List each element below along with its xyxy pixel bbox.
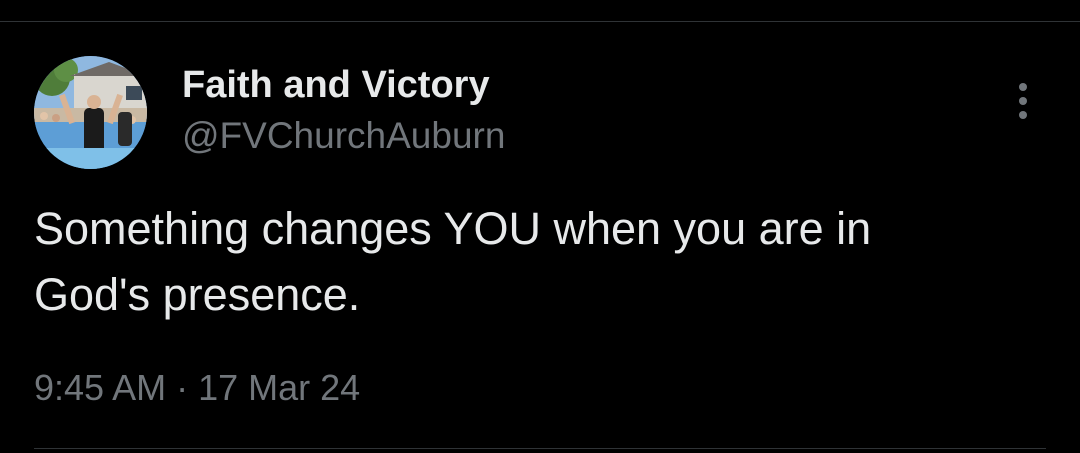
tweet-date[interactable]: 17 Mar 24	[198, 367, 360, 408]
more-options-button[interactable]	[1000, 78, 1046, 124]
tweet-time[interactable]: 9:45 AM	[34, 367, 166, 408]
author-name[interactable]: Faith and Victory	[182, 62, 490, 108]
tweet-text: Something changes YOU when you are in Go…	[34, 196, 1044, 328]
avatar[interactable]	[34, 56, 147, 169]
tweet-timestamp[interactable]: 9:45 AM · 17 Mar 24	[34, 364, 360, 412]
avatar-photo	[34, 56, 147, 169]
author-handle[interactable]: @FVChurchAuburn	[182, 113, 505, 159]
timestamp-separator: ·	[166, 367, 199, 408]
tweet-text-line-2: God's presence.	[34, 269, 361, 320]
bottom-divider	[34, 448, 1046, 449]
tweet[interactable]: Faith and Victory @FVChurchAuburn Someth…	[0, 0, 1080, 453]
more-vertical-icon	[1019, 83, 1027, 119]
tweet-text-line-1: Something changes YOU when you are in	[34, 203, 872, 254]
